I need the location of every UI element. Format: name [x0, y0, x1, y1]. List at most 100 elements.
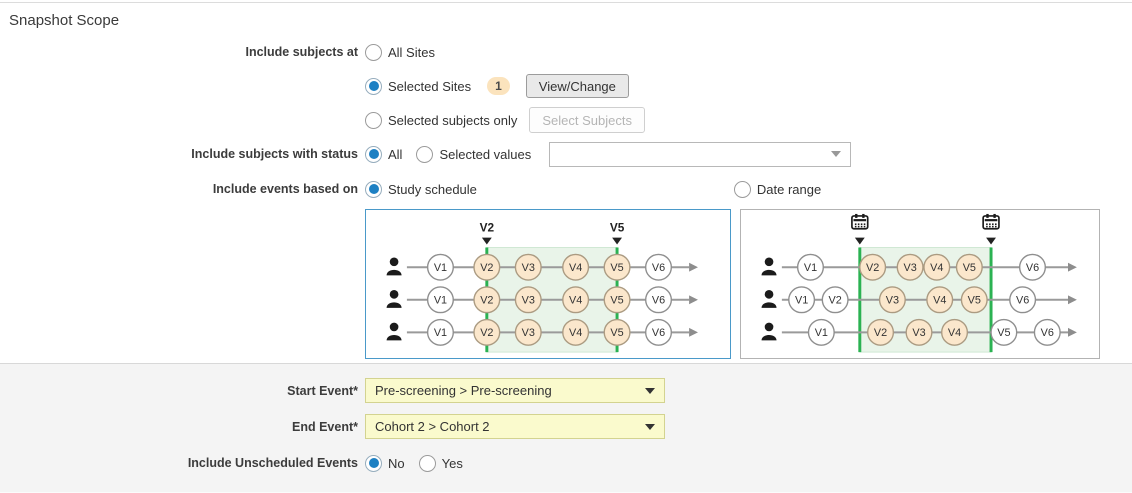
end-event-row: End Event* Cohort 2 > Cohort 2	[0, 414, 1132, 439]
status-all-label[interactable]: All	[388, 147, 402, 162]
visit-node-label: V6	[652, 295, 665, 307]
study-schedule-option: Study schedule	[365, 181, 477, 198]
visit-node-label: V5	[968, 295, 981, 307]
visit-node-label: V2	[480, 295, 493, 307]
status-selected-values-label[interactable]: Selected values	[439, 147, 531, 162]
visit-node-label: V4	[569, 327, 582, 339]
visit-node-label: V1	[434, 262, 447, 274]
include-events-label: Include events based on	[0, 182, 365, 196]
end-event-value: Cohort 2 > Cohort 2	[375, 419, 490, 434]
chevron-down-icon	[831, 151, 841, 157]
unscheduled-yes-label[interactable]: Yes	[442, 456, 463, 471]
visit-node-label: V3	[912, 327, 925, 339]
view-change-button[interactable]: View/Change	[526, 74, 629, 98]
unscheduled-events-row: Include Unscheduled Events No Yes	[0, 451, 1132, 475]
visit-node-label: V6	[1041, 327, 1054, 339]
calendar-icon	[983, 214, 999, 229]
visit-node-label: V4	[569, 295, 582, 307]
status-all-option: All	[365, 146, 402, 163]
end-event-dropdown[interactable]: Cohort 2 > Cohort 2	[365, 414, 665, 439]
page-title: Snapshot Scope	[0, 3, 1132, 34]
visit-node-label: V2	[829, 295, 842, 307]
study-schedule-radio[interactable]	[365, 181, 382, 198]
include-status-label: Include subjects with status	[0, 147, 365, 161]
visit-node-label: V4	[930, 262, 943, 274]
snapshot-scope-page: Snapshot Scope Include subjects at All S…	[0, 2, 1132, 493]
status-selected-values-option: Selected values	[416, 146, 531, 163]
study-schedule-diagram: V1V2V3V4V5V6V1V2V3V4V5V6V1V2V3V4V5V6V2V5	[365, 209, 731, 359]
marker-triangle-icon	[482, 238, 492, 245]
selected-sites-label[interactable]: Selected Sites	[388, 79, 471, 94]
select-subjects-button: Select Subjects	[529, 107, 645, 133]
visit-node-label: V1	[815, 327, 828, 339]
status-selected-values-radio[interactable]	[416, 146, 433, 163]
visit-node-label: V4	[948, 327, 961, 339]
marker-visit-label: V2	[480, 221, 495, 235]
visit-node-label: V2	[480, 262, 493, 274]
include-events-row: Include events based on Study schedule D…	[0, 177, 1132, 201]
all-sites-label[interactable]: All Sites	[388, 45, 435, 60]
selected-subjects-only-label[interactable]: Selected subjects only	[388, 113, 517, 128]
visit-node-label: V5	[997, 327, 1010, 339]
visit-node-label: V5	[963, 262, 976, 274]
chevron-down-icon	[645, 388, 655, 394]
visit-node-label: V5	[610, 327, 623, 339]
status-all-radio[interactable]	[365, 146, 382, 163]
start-event-row: Start Event* Pre-screening > Pre-screeni…	[0, 378, 1132, 403]
visit-node-label: V1	[434, 295, 447, 307]
unscheduled-yes-option: Yes	[419, 455, 463, 472]
visit-node-label: V4	[569, 262, 582, 274]
snapshot-scope-section: Snapshot Scope Include subjects at All S…	[0, 2, 1132, 363]
selected-subjects-only-option: Selected subjects only Select Subjects	[365, 108, 645, 132]
unscheduled-events-label: Include Unscheduled Events	[0, 456, 365, 470]
visit-node-label: V2	[874, 327, 887, 339]
date-range-diagram: V1V2V3V4V5V6V1V2V3V4V5V6V1V2V3V4V5V6	[740, 209, 1100, 359]
selected-sites-radio[interactable]	[365, 78, 382, 95]
arrow-icon	[689, 328, 698, 337]
marker-triangle-icon	[612, 238, 622, 245]
include-subjects-at-row: Include subjects at All Sites Selected S…	[0, 40, 1132, 132]
schedule-diagrams: V1 V2 V3 V4 V5 V6 V1 V2 V3 V4 V5 V6 V1 V2 V3 V4 V5 V6 V2 V5…	[0, 209, 1132, 359]
chevron-down-icon	[645, 424, 655, 430]
visit-node-label: V2	[866, 262, 879, 274]
date-range-label[interactable]: Date range	[757, 182, 821, 197]
marker-visit-label: V5	[610, 221, 625, 235]
visit-node-label: V6	[652, 327, 665, 339]
visit-node-label: V1	[795, 295, 808, 307]
start-event-value: Pre-screening > Pre-screening	[375, 383, 552, 398]
person-icon	[762, 257, 777, 275]
unscheduled-yes-radio[interactable]	[419, 455, 436, 472]
arrow-icon	[1068, 295, 1077, 304]
visit-node-label: V5	[610, 295, 623, 307]
study-schedule-label[interactable]: Study schedule	[388, 182, 477, 197]
arrow-icon	[689, 295, 698, 304]
visit-node-label: V4	[933, 295, 946, 307]
all-sites-radio[interactable]	[365, 44, 382, 61]
unscheduled-no-option: No	[365, 455, 405, 472]
unscheduled-no-label[interactable]: No	[388, 456, 405, 471]
visit-node-label: V1	[434, 327, 447, 339]
visit-node-label: V6	[652, 262, 665, 274]
label-column-spacer	[0, 209, 365, 359]
person-icon	[387, 290, 402, 308]
calendar-icon	[852, 214, 868, 229]
include-status-row: Include subjects with status All Selecte…	[0, 141, 1132, 167]
marker-triangle-icon	[855, 238, 865, 245]
unscheduled-no-radio[interactable]	[365, 455, 382, 472]
visit-node-label: V3	[886, 295, 899, 307]
include-subjects-at-label: Include subjects at	[0, 40, 365, 64]
status-values-dropdown	[549, 142, 851, 167]
visit-node-label: V6	[1016, 295, 1029, 307]
subjects-at-options: All Sites Selected Sites 1 View/Change S…	[365, 40, 645, 132]
selected-sites-count-badge: 1	[487, 77, 510, 95]
visit-node-label: V3	[522, 295, 535, 307]
marker-triangle-icon	[986, 238, 996, 245]
person-icon	[762, 290, 777, 308]
arrow-icon	[689, 263, 698, 272]
date-range-option: Date range	[734, 181, 821, 198]
arrow-icon	[1068, 328, 1077, 337]
selected-subjects-only-radio[interactable]	[365, 112, 382, 129]
end-event-label: End Event*	[0, 420, 365, 434]
start-event-dropdown[interactable]: Pre-screening > Pre-screening	[365, 378, 665, 403]
date-range-radio[interactable]	[734, 181, 751, 198]
